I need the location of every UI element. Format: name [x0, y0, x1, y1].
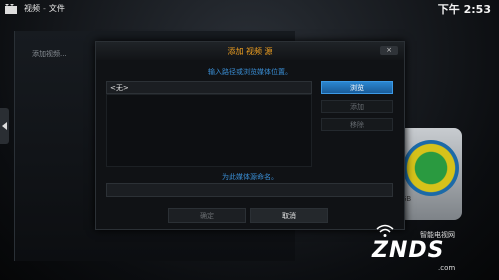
background-logo-graphic — [403, 140, 459, 196]
ok-button[interactable]: 确定 — [168, 208, 246, 223]
watermark-brand: ZNDS — [372, 238, 445, 263]
add-video-source-dialog: 添加 视频 源 × 输入路径或浏览媒体位置。 <无> 浏览 添加 移除 为此媒体… — [95, 41, 405, 230]
source-path-field[interactable]: <无> — [106, 81, 312, 94]
close-button[interactable]: × — [380, 46, 398, 55]
watermark-url: .com — [438, 264, 456, 272]
source-name-field[interactable] — [106, 183, 393, 197]
breadcrumb-page: 文件 — [48, 4, 65, 13]
chevron-left-icon — [2, 122, 7, 130]
add-videos-item[interactable]: 添加视频... — [32, 49, 67, 59]
remove-button[interactable]: 移除 — [321, 118, 393, 131]
clock: 下午 2:53 — [437, 3, 491, 16]
breadcrumb: 视频 - 文件 — [24, 3, 65, 14]
browse-button[interactable]: 浏览 — [321, 81, 393, 94]
breadcrumb-separator: - — [43, 4, 46, 13]
wifi-icon — [376, 224, 394, 237]
top-bar: 视频 - 文件 下午 2:53 — [0, 0, 499, 18]
source-path-list[interactable] — [106, 94, 312, 167]
path-hint: 输入路径或浏览媒体位置。 — [208, 68, 292, 76]
dialog-title: 添加 视频 源 — [227, 47, 273, 56]
cancel-button[interactable]: 取消 — [250, 208, 328, 223]
add-button[interactable]: 添加 — [321, 100, 393, 113]
breadcrumb-section[interactable]: 视频 — [24, 4, 40, 13]
video-icon — [5, 4, 17, 14]
name-hint: 为此媒体源命名。 — [222, 173, 278, 181]
